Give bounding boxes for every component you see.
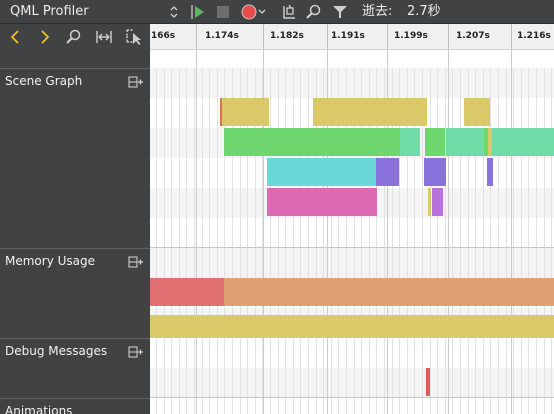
record-menu-chevron-icon[interactable] (257, 3, 267, 21)
expand-category-icon[interactable] (128, 346, 144, 358)
category-scene-graph[interactable]: Scene Graph (0, 68, 150, 248)
expand-category-icon[interactable] (128, 76, 144, 88)
scene-graph-event[interactable] (267, 188, 377, 216)
category-memory-usage[interactable]: Memory Usage (0, 248, 150, 338)
ruler-tick (327, 24, 328, 49)
scene-graph-event[interactable] (222, 98, 269, 126)
clear-icon[interactable] (280, 3, 298, 21)
scene-graph-event[interactable] (446, 128, 484, 156)
timeline-view[interactable] (150, 50, 554, 414)
category-separator (150, 337, 554, 338)
range-icon[interactable] (94, 27, 114, 47)
category-label: Memory Usage (5, 254, 96, 268)
category-animations[interactable]: Animations (0, 398, 150, 414)
view-selector[interactable]: QML Profiler (0, 0, 182, 24)
ruler-tick-label: 1.174s (205, 31, 239, 41)
profiler-toolbar: QML Profiler 逝去: 2.7秒 (0, 0, 554, 24)
elapsed-value: 2.7秒 (407, 4, 441, 19)
qml-profiler-window: QML Profiler 逝去: 2.7秒 166s 1.174s 1.182s… (0, 0, 554, 414)
ruler-tick-label: 166s (151, 31, 176, 41)
zoom-icon[interactable] (64, 27, 84, 47)
stop-icon[interactable] (214, 3, 232, 21)
memory-usage-bar[interactable] (150, 315, 554, 337)
timeline-nav-bar (0, 24, 150, 50)
previous-icon[interactable] (6, 27, 26, 47)
ruler-tick-label: 1.199s (394, 31, 428, 41)
category-label: Debug Messages (5, 344, 108, 358)
scene-graph-event[interactable] (464, 98, 490, 126)
scene-graph-event[interactable] (313, 98, 427, 126)
start-profiling-icon[interactable] (188, 3, 206, 21)
ruler-tick (196, 24, 197, 49)
scene-graph-event[interactable] (432, 188, 443, 216)
category-label: Scene Graph (5, 74, 83, 88)
select-range-icon[interactable] (124, 27, 144, 47)
scene-graph-event[interactable] (428, 188, 431, 216)
next-icon[interactable] (34, 27, 54, 47)
scene-graph-event[interactable] (224, 128, 400, 156)
ruler-tick (387, 24, 388, 49)
scene-graph-event[interactable] (487, 158, 493, 186)
ruler-tick (263, 24, 264, 49)
memory-allocation-bar[interactable] (224, 278, 554, 306)
category-label-column: Scene Graph Memory Usage Debug Messages (0, 50, 150, 414)
filter-icon[interactable] (331, 3, 349, 21)
ruler-tick-label: 1.207s (456, 31, 490, 41)
ruler-tick-label: 1.182s (270, 31, 304, 41)
category-debug-messages[interactable]: Debug Messages (0, 338, 150, 398)
chevron-updown-icon (170, 6, 178, 18)
expand-category-icon[interactable] (128, 256, 144, 268)
ruler-tick-label: 1.191s (331, 31, 365, 41)
scene-graph-event[interactable] (267, 158, 376, 186)
time-ruler[interactable]: 166s 1.174s 1.182s 1.191s 1.199s 1.207s … (150, 24, 554, 50)
ruler-tick (511, 24, 512, 49)
ruler-tick (448, 24, 449, 49)
scene-graph-event[interactable] (424, 158, 446, 186)
search-icon[interactable] (305, 3, 323, 21)
record-icon[interactable] (240, 3, 258, 21)
scene-graph-event[interactable] (376, 158, 399, 186)
debug-message-marker[interactable] (426, 368, 430, 396)
category-separator (150, 247, 554, 248)
category-separator (150, 397, 554, 398)
scene-graph-event[interactable] (400, 128, 420, 156)
view-selector-label: QML Profiler (10, 4, 89, 19)
elapsed-label: 逝去: (362, 4, 393, 19)
scene-graph-event[interactable] (492, 128, 554, 156)
memory-allocation-bar[interactable] (150, 278, 224, 306)
scene-graph-event[interactable] (425, 128, 445, 156)
ruler-tick-label: 1.216s (517, 31, 551, 41)
category-label: Animations (5, 404, 73, 414)
